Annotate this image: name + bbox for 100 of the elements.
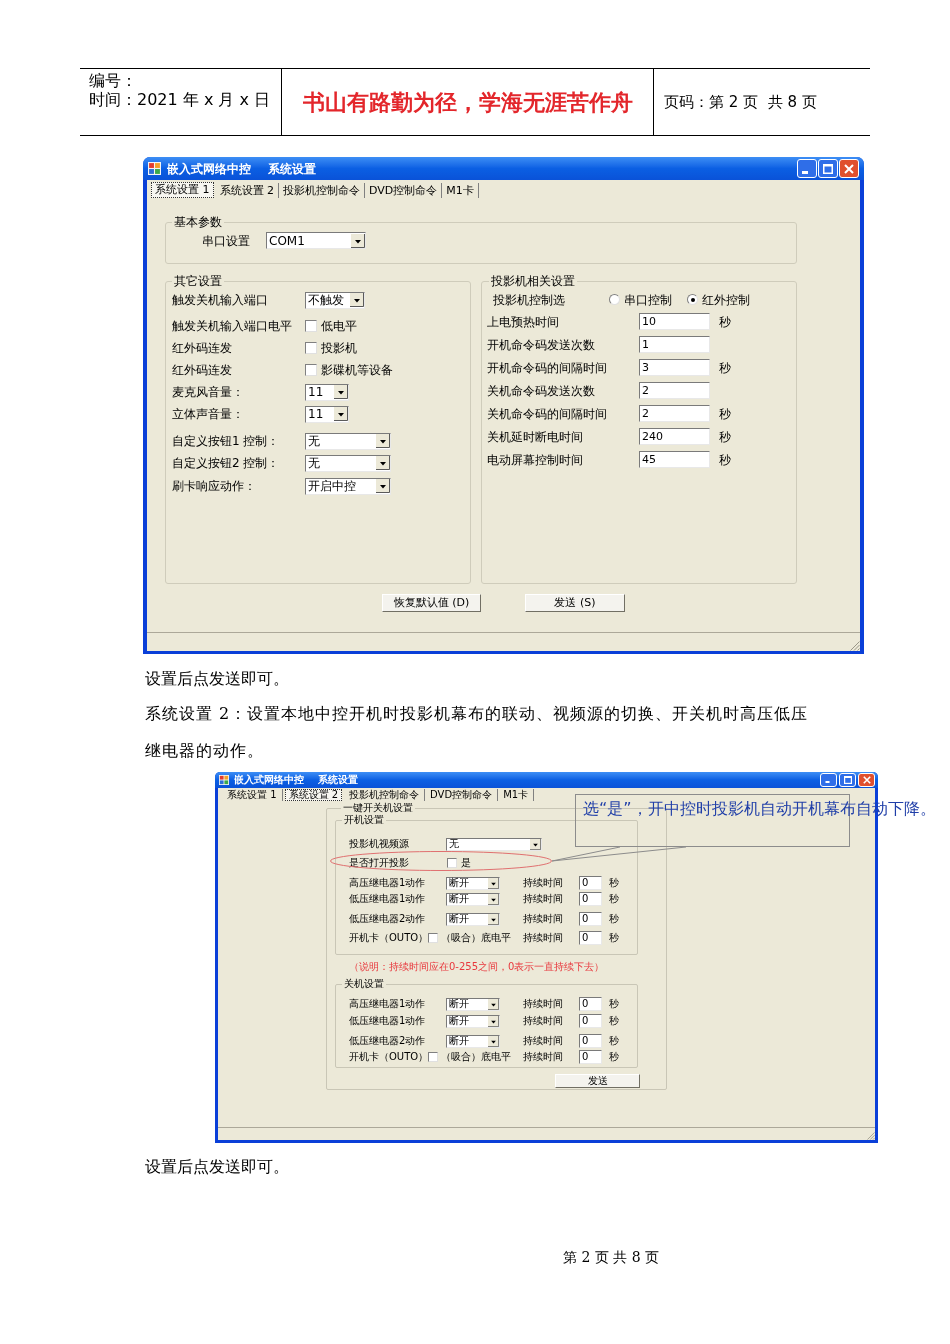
caret-icon bbox=[334, 407, 348, 421]
checkbox[interactable] bbox=[305, 364, 317, 376]
page-footer: 第 2 页 共 8 页 bbox=[563, 1247, 660, 1267]
unit-label: 秒 bbox=[609, 932, 619, 944]
text-field[interactable]: 0 bbox=[579, 931, 602, 945]
tab[interactable]: 系统设置 2 bbox=[215, 183, 279, 198]
unit-label: 秒 bbox=[609, 877, 619, 889]
text-field[interactable]: 2 bbox=[639, 405, 710, 422]
checkbox[interactable] bbox=[305, 342, 317, 354]
minimize-icon bbox=[802, 171, 808, 174]
caret-icon bbox=[488, 893, 499, 905]
caret-icon bbox=[488, 998, 499, 1010]
field-label: 投影机视频源 bbox=[349, 838, 410, 850]
dropdown[interactable]: COM1 bbox=[266, 232, 366, 249]
field-label: 投影机控制选 bbox=[493, 292, 566, 307]
checkbox-label: 影碟机等设备 bbox=[321, 363, 393, 377]
maximize-button[interactable] bbox=[839, 773, 856, 787]
radio-label: 串口控制 bbox=[624, 292, 672, 307]
tab[interactable]: M1卡 bbox=[442, 183, 479, 198]
field-label: 触发关机输入端口 bbox=[172, 293, 269, 307]
field-label: 开机命令码的间隔时间 bbox=[487, 360, 608, 375]
tab[interactable]: 系统设置 1 bbox=[222, 789, 283, 801]
dropdown[interactable]: 无 bbox=[305, 432, 391, 450]
send-button[interactable]: 发送 bbox=[555, 1074, 640, 1088]
group-title: 关机设置 bbox=[343, 978, 385, 990]
tab[interactable]: DVD控制命令 bbox=[365, 183, 443, 198]
dropdown[interactable]: 开启中控 bbox=[305, 477, 391, 495]
minimize-button[interactable] bbox=[797, 159, 817, 178]
text-field[interactable]: 0 bbox=[579, 1014, 602, 1028]
tab[interactable]: 系统设置 2 bbox=[284, 789, 343, 801]
text-field[interactable]: 45 bbox=[639, 451, 710, 468]
unit-label: 秒 bbox=[609, 998, 619, 1010]
caret-icon bbox=[376, 456, 390, 470]
close-button[interactable] bbox=[839, 159, 859, 178]
radio-button[interactable] bbox=[687, 294, 698, 305]
checkbox[interactable] bbox=[447, 858, 457, 868]
dropdown[interactable]: 断开 bbox=[446, 997, 500, 1011]
text-field[interactable]: 0 bbox=[579, 892, 602, 906]
close-button[interactable] bbox=[858, 773, 875, 787]
window-title: 嵌入式网络中控 系统设置 bbox=[167, 161, 316, 176]
radio-button[interactable] bbox=[609, 294, 620, 305]
field-label: 持续时间 bbox=[523, 877, 564, 889]
tab[interactable]: 投影机控制命令 bbox=[344, 789, 426, 801]
tab[interactable]: DVD控制命令 bbox=[425, 789, 499, 801]
text-field[interactable]: 1 bbox=[639, 336, 710, 353]
text-field[interactable]: 0 bbox=[579, 1034, 602, 1048]
maximize-icon bbox=[843, 776, 852, 784]
field-label: 红外码连发 bbox=[172, 363, 233, 377]
text-field[interactable]: 0 bbox=[579, 1050, 602, 1064]
checkbox[interactable] bbox=[428, 933, 438, 943]
dropdown[interactable]: 11 bbox=[305, 405, 349, 423]
text-field[interactable]: 10 bbox=[639, 313, 710, 330]
caret-icon bbox=[376, 479, 390, 493]
date-text: 时间：2021 年 x 月 x 日 bbox=[89, 90, 271, 109]
minimize-icon bbox=[825, 781, 830, 783]
tab[interactable]: M1卡 bbox=[498, 789, 535, 801]
field-label: 持续时间 bbox=[523, 1035, 564, 1047]
field-label: 持续时间 bbox=[523, 1051, 564, 1063]
field-label: 持续时间 bbox=[523, 998, 564, 1010]
send-button[interactable]: 发送 (S) bbox=[525, 594, 625, 612]
maximize-button[interactable] bbox=[818, 159, 838, 178]
body-text: 设置后点发送即可。 bbox=[145, 1156, 289, 1178]
field-label: 低压继电器1动作 bbox=[349, 893, 427, 905]
dropdown[interactable]: 断开 bbox=[446, 1034, 500, 1048]
text-field[interactable]: 0 bbox=[579, 997, 602, 1011]
body-text: 系统设置 2：设置本地中控开机时投影机幕布的联动、视频源的切换、开关机时高压低压继电器的动作。 bbox=[145, 703, 810, 762]
caret-icon bbox=[488, 1035, 499, 1047]
unit-label: 秒 bbox=[719, 429, 731, 444]
minimize-button[interactable] bbox=[820, 773, 837, 787]
unit-label: 秒 bbox=[609, 1051, 619, 1063]
resize-grip-icon bbox=[867, 1132, 875, 1140]
dropdown[interactable]: 不触发 bbox=[305, 291, 365, 309]
note-text: （说明：持续时间应在0-255之间，0表示一直持续下去） bbox=[349, 961, 605, 973]
field-label: 是否打开投影 bbox=[349, 857, 410, 869]
dropdown[interactable]: 断开 bbox=[446, 892, 500, 906]
tab[interactable]: 投影机控制命令 bbox=[279, 183, 365, 198]
tab[interactable]: 系统设置 1 bbox=[151, 182, 214, 198]
field-label: 上电预热时间 bbox=[487, 314, 560, 329]
checkbox[interactable] bbox=[305, 320, 317, 332]
caret-icon bbox=[530, 838, 541, 850]
field-label: 麦克风音量： bbox=[172, 385, 245, 399]
motto-text: 书山有路勤为径，学海无涯苦作舟 bbox=[302, 89, 633, 115]
field-label: 自定义按钮2 控制： bbox=[172, 456, 281, 470]
field-label: 关机命令码发送次数 bbox=[487, 383, 596, 398]
checkbox[interactable] bbox=[428, 1052, 438, 1062]
unit-label: 秒 bbox=[719, 406, 731, 421]
unit-label: 秒 bbox=[609, 1015, 619, 1027]
group-title: 其它设置 bbox=[173, 274, 223, 288]
text-field[interactable]: 240 bbox=[639, 428, 710, 445]
dropdown[interactable]: 11 bbox=[305, 383, 349, 401]
dropdown[interactable]: 无 bbox=[305, 454, 391, 472]
dropdown[interactable]: 断开 bbox=[446, 912, 500, 926]
text-field[interactable]: 0 bbox=[579, 912, 602, 926]
dropdown[interactable]: 断开 bbox=[446, 1014, 500, 1028]
dropdown[interactable]: 断开 bbox=[446, 876, 500, 890]
dropdown[interactable]: 无 bbox=[446, 837, 542, 851]
text-field[interactable]: 0 bbox=[579, 876, 602, 890]
restore-defaults-button[interactable]: 恢复默认值 (D) bbox=[382, 594, 481, 612]
text-field[interactable]: 3 bbox=[639, 359, 710, 376]
text-field[interactable]: 2 bbox=[639, 382, 710, 399]
